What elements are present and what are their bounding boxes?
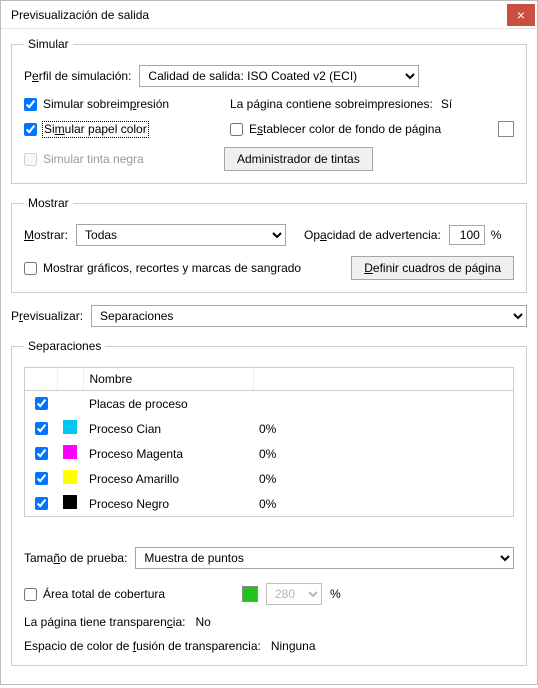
preview-label: Previsualizar:	[11, 309, 83, 323]
set-bg-color-input[interactable]	[230, 123, 243, 136]
total-area-coverage-checkbox[interactable]: Área total de cobertura	[24, 587, 224, 601]
table-row: Proceso Negro0%	[25, 491, 514, 517]
blend-space-label: Espacio de color de fusión de transparen…	[24, 639, 261, 653]
ink-manager-button[interactable]: Administrador de tintas	[224, 147, 373, 171]
warning-opacity-label: Opacidad de advertencia:	[304, 228, 441, 242]
define-page-boxes-button[interactable]: Definir cuadros de página	[351, 256, 514, 280]
preview-select[interactable]: Separaciones	[91, 305, 527, 327]
coverage-unit: %	[330, 587, 341, 601]
page-overprint-value: Sí	[441, 97, 452, 111]
coverage-color-swatch[interactable]	[242, 586, 258, 602]
simulate-overprint-input[interactable]	[24, 98, 37, 111]
separation-name: Placas de proceso	[83, 391, 253, 417]
separation-checkbox[interactable]	[35, 447, 48, 460]
separation-color-chip	[63, 470, 77, 484]
simulation-profile-label: Perfil de simulación:	[24, 69, 131, 83]
coverage-value-select: 280	[266, 583, 322, 605]
simulate-overprint-checkbox[interactable]: Simular sobreimpresión	[24, 97, 224, 111]
separation-percent: 0%	[253, 416, 514, 441]
window-title: Previsualización de salida	[11, 8, 507, 22]
blend-space-value: Ninguna	[271, 639, 316, 653]
simulation-profile-select[interactable]: Calidad de salida: ISO Coated v2 (ECI)	[139, 65, 419, 87]
simulate-black-ink-label: Simular tinta negra	[43, 152, 144, 166]
separation-name: Proceso Amarillo	[83, 466, 253, 491]
separation-percent	[253, 391, 514, 417]
show-graphics-label: Mostrar gráficos, recortes y marcas de s…	[43, 261, 301, 275]
show-group: Mostrar Mostrar: Todas Opacidad de adver…	[11, 196, 527, 293]
simulate-paper-color-label: Simular papel color	[43, 122, 148, 137]
separation-checkbox[interactable]	[35, 497, 48, 510]
page-overprint-label: La página contiene sobreimpresiones:	[230, 97, 433, 111]
sample-size-label: Tamaño de prueba:	[24, 551, 127, 565]
separations-legend: Separaciones	[24, 339, 105, 353]
separation-color-chip	[63, 495, 77, 509]
table-row: Proceso Magenta0%	[25, 441, 514, 466]
simulate-black-ink-checkbox: Simular tinta negra	[24, 152, 224, 166]
separation-name: Proceso Cian	[83, 416, 253, 441]
table-row: Placas de proceso	[25, 391, 514, 417]
simulate-overprint-label: Simular sobreimpresión	[43, 97, 169, 111]
show-select[interactable]: Todas	[76, 224, 286, 246]
col-check	[25, 368, 58, 391]
table-row: Proceso Amarillo0%	[25, 466, 514, 491]
simulate-black-ink-input	[24, 153, 37, 166]
separation-name: Proceso Negro	[83, 491, 253, 517]
warning-opacity-input[interactable]	[449, 225, 485, 245]
col-pct	[253, 368, 514, 391]
separation-name: Proceso Magenta	[83, 441, 253, 466]
page-has-transparency-label: La página tiene transparencia:	[24, 615, 185, 629]
col-name: Nombre	[83, 368, 253, 391]
separation-color-chip	[63, 445, 77, 459]
page-has-transparency-value: No	[195, 615, 210, 629]
separations-table: Nombre Placas de procesoProceso Cian0%Pr…	[24, 367, 514, 517]
show-graphics-checkbox[interactable]: Mostrar gráficos, recortes y marcas de s…	[24, 261, 301, 275]
simulate-paper-color-checkbox[interactable]: Simular papel color	[24, 122, 224, 137]
total-area-coverage-input[interactable]	[24, 588, 37, 601]
simulate-legend: Simular	[24, 37, 73, 51]
warning-opacity-unit: %	[491, 228, 502, 242]
set-bg-color-checkbox[interactable]: Establecer color de fondo de página	[230, 122, 441, 136]
simulate-paper-color-input[interactable]	[24, 123, 37, 136]
separation-percent: 0%	[253, 441, 514, 466]
set-bg-color-label: Establecer color de fondo de página	[249, 122, 441, 136]
col-color	[57, 368, 83, 391]
separation-percent: 0%	[253, 466, 514, 491]
bg-color-swatch[interactable]	[498, 121, 514, 137]
separation-checkbox[interactable]	[35, 472, 48, 485]
simulate-group: Simular Perfil de simulación: Calidad de…	[11, 37, 527, 184]
separation-checkbox[interactable]	[35, 422, 48, 435]
table-row: Proceso Cian0%	[25, 416, 514, 441]
show-label: Mostrar:	[24, 228, 68, 242]
sample-size-select[interactable]: Muestra de puntos	[135, 547, 514, 569]
separation-percent: 0%	[253, 491, 514, 517]
total-area-coverage-label: Área total de cobertura	[43, 587, 165, 601]
show-legend: Mostrar	[24, 196, 73, 210]
separation-checkbox[interactable]	[35, 397, 48, 410]
close-button[interactable]: ×	[507, 4, 535, 26]
separation-color-chip	[63, 420, 77, 434]
separations-group: Separaciones Nombre Placas de procesoPro…	[11, 339, 527, 666]
show-graphics-input[interactable]	[24, 262, 37, 275]
